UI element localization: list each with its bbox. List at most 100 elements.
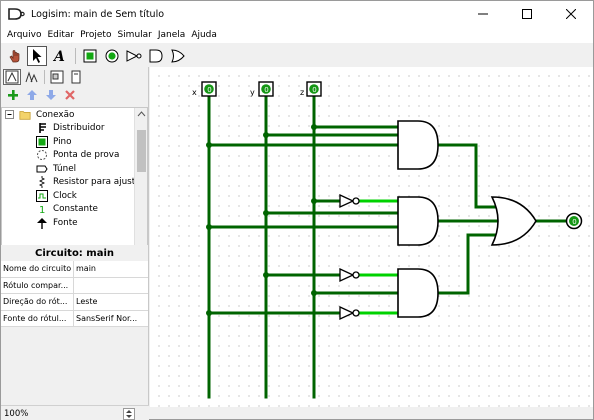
toolbar-separator — [75, 48, 76, 64]
or-gate-tool-button[interactable] — [168, 46, 188, 66]
tree-item-label: Túnel — [53, 163, 77, 174]
text-a-icon: A — [52, 49, 65, 64]
pin-label-y: y — [250, 88, 255, 97]
zoom-spinner[interactable] — [123, 408, 135, 420]
poke-tool-button[interactable] — [5, 46, 25, 66]
tree-item-label: Pino — [53, 136, 72, 147]
not-gate-tool-button[interactable] — [124, 46, 144, 66]
explorer-separator — [44, 70, 45, 84]
arrow-up-icon — [27, 90, 37, 100]
pin-label-x: x — [192, 88, 197, 97]
svg-text:A: A — [52, 49, 65, 64]
show-simulation-button[interactable] — [22, 69, 40, 85]
collapse-icon[interactable] — [5, 109, 15, 120]
resistor-icon — [36, 176, 48, 189]
logisim-logo-icon — [8, 8, 25, 20]
move-up-button[interactable] — [23, 87, 41, 103]
property-key: Rótulo compar... — [1, 277, 74, 293]
tree-item-label: Fonte — [53, 217, 78, 228]
explorer-panel: Conexão Distribuidor Pino Ponta de prova — [1, 67, 149, 407]
property-key: Fonte do rótul... — [1, 310, 74, 326]
property-key: Direção do rót... — [1, 294, 74, 310]
and-gate[interactable] — [397, 196, 439, 246]
edit-appearance-button[interactable] — [67, 69, 85, 85]
plus-icon — [8, 90, 18, 100]
tree-item-resistor[interactable]: Resistor para ajuste — [2, 176, 147, 190]
property-key: Nome do circuito — [1, 261, 74, 277]
show-toolbox-button[interactable] — [3, 69, 21, 85]
spinner-arrows-icon — [126, 410, 132, 418]
explorer-toolbar — [1, 67, 148, 87]
zoom-status: 100% — [1, 405, 149, 420]
and-gate[interactable] — [397, 120, 439, 170]
menu-janela[interactable]: Janela — [155, 30, 188, 40]
tree-item-label: Clock — [53, 190, 77, 201]
not-gate[interactable] — [339, 193, 360, 209]
tree-item-pino[interactable]: Pino — [2, 135, 147, 149]
junction-dot — [263, 210, 269, 216]
menu-simular[interactable]: Simular — [114, 30, 154, 40]
input-pin-x[interactable]: x 0 — [192, 81, 217, 97]
circuit-name-field[interactable]: main — [74, 261, 148, 277]
properties-title: Circuito: main — [1, 245, 148, 261]
tree-item-label: Distribuidor — [53, 123, 105, 134]
explorer-actions — [1, 87, 148, 103]
delete-x-icon — [65, 90, 75, 100]
property-row: Direção do rót... Leste — [1, 294, 148, 311]
simulation-tree-icon — [25, 71, 38, 83]
input-pin-tool-button[interactable] — [80, 46, 100, 66]
select-tool-button[interactable] — [27, 46, 47, 66]
not-gate[interactable] — [339, 267, 360, 283]
arrow-cursor-icon — [33, 49, 42, 63]
scroll-up-icon[interactable] — [135, 109, 148, 119]
edit-layout-button[interactable] — [48, 69, 66, 85]
property-row: Fonte do rótul... SansSerif Nor... — [1, 310, 148, 327]
tree-item-fonte[interactable]: Fonte — [2, 216, 147, 230]
tree-scroll-thumb[interactable] — [137, 130, 146, 172]
tree-item-constante[interactable]: 1 Constante — [2, 203, 147, 217]
main-toolbar: A — [1, 45, 593, 67]
menu-editar[interactable]: Editar — [44, 30, 77, 40]
input-pin-y[interactable]: y 0 — [250, 81, 274, 97]
tree-folder-conexao[interactable]: Conexão — [2, 108, 147, 122]
layout-icon — [50, 70, 64, 84]
tree-item-clock[interactable]: Clock — [2, 189, 147, 203]
menu-projeto[interactable]: Projeto — [77, 30, 114, 40]
circuit-drawing: x 0 y 0 z 0 0 — [192, 81, 583, 399]
close-button[interactable] — [549, 1, 593, 27]
junction-dot — [311, 198, 317, 204]
junction-dot — [311, 124, 317, 130]
tree-item-distribuidor[interactable]: Distribuidor — [2, 122, 147, 136]
menu-ajuda[interactable]: Ajuda — [188, 30, 220, 40]
tree-item-tunel[interactable]: Túnel — [2, 162, 147, 176]
label-font-field[interactable]: SansSerif Nor... — [74, 311, 148, 327]
output-pin[interactable]: 0 — [565, 212, 583, 230]
svg-text:1: 1 — [39, 205, 45, 215]
add-circuit-button[interactable] — [4, 87, 22, 103]
tunnel-icon — [36, 163, 48, 175]
tree-item-ponta-de-prova[interactable]: Ponta de prova — [2, 149, 147, 163]
move-down-button[interactable] — [42, 87, 60, 103]
pin-icon — [36, 135, 48, 148]
arrow-down-icon — [46, 90, 56, 100]
menu-bar: Arquivo Editar Projeto Simular Janela Aj… — [1, 27, 593, 43]
maximize-button[interactable] — [505, 1, 549, 27]
text-tool-button[interactable]: A — [49, 46, 69, 66]
label-direction-select[interactable]: Leste — [74, 294, 148, 310]
window-title: Logisim: main de Sem título — [31, 8, 165, 20]
zoom-level: 100% — [4, 408, 29, 419]
and-gate[interactable] — [397, 268, 439, 318]
output-pin-tool-button[interactable] — [102, 46, 122, 66]
and-gate-tool-button[interactable] — [146, 46, 166, 66]
or-gate[interactable] — [490, 196, 537, 246]
pin-value-y: 0 — [264, 86, 268, 94]
and-gate-icon — [149, 49, 163, 63]
minimize-button[interactable] — [461, 1, 505, 27]
circuit-canvas[interactable]: x 0 y 0 z 0 0 — [150, 67, 593, 407]
delete-circuit-button[interactable] — [61, 87, 79, 103]
input-pin-z[interactable]: z 0 — [300, 81, 322, 97]
property-row: Nome do circuito main — [1, 261, 148, 278]
shared-label-field[interactable] — [74, 278, 148, 294]
menu-arquivo[interactable]: Arquivo — [4, 30, 44, 40]
not-gate[interactable] — [339, 305, 360, 321]
